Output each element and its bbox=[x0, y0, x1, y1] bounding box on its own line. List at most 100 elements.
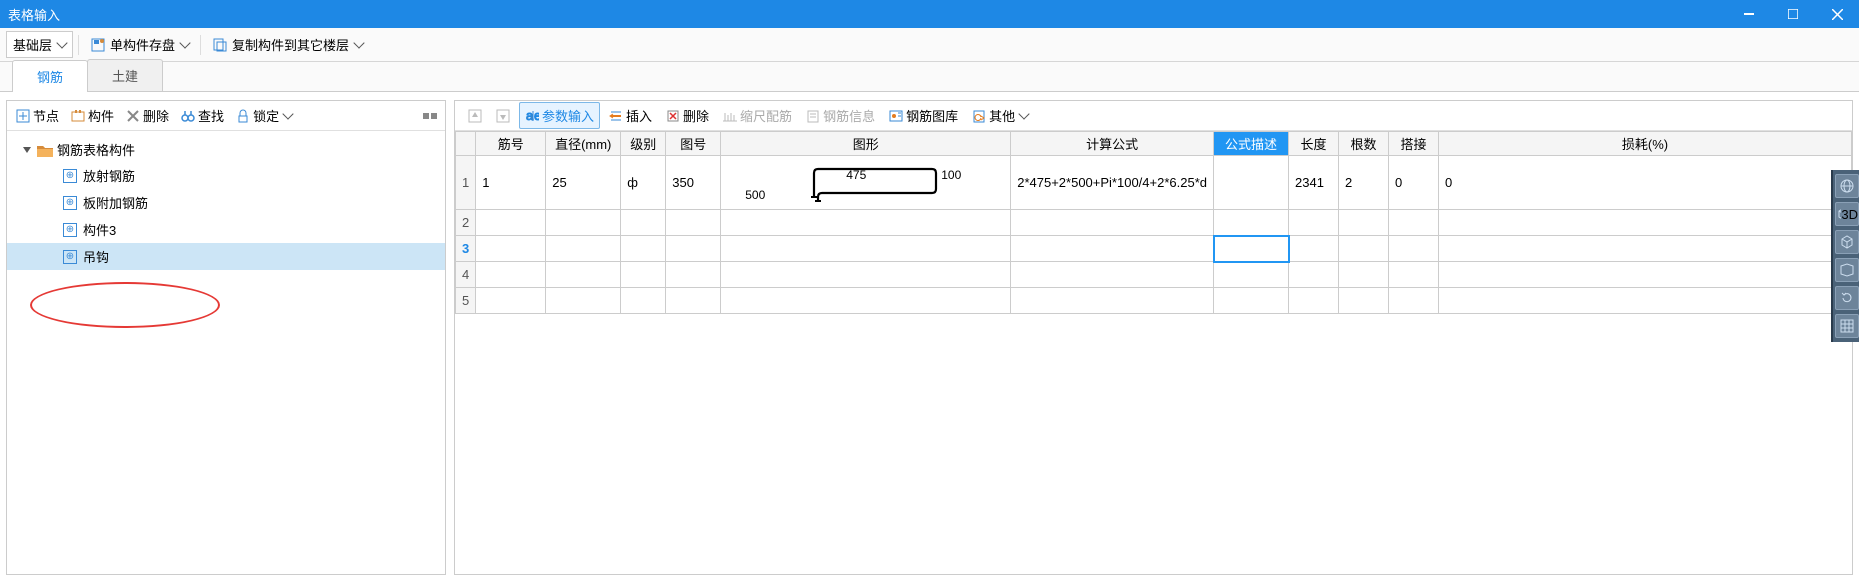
cell[interactable]: 350 bbox=[666, 156, 721, 210]
insert-button[interactable]: 插入 bbox=[604, 103, 657, 128]
cell[interactable] bbox=[476, 210, 546, 236]
cell[interactable] bbox=[476, 236, 546, 262]
tree-item-0[interactable]: ⊕ 放射钢筋 bbox=[7, 162, 445, 189]
cell[interactable] bbox=[1389, 288, 1439, 314]
col-header[interactable]: 图形 bbox=[721, 132, 1011, 156]
row-header[interactable]: 3 bbox=[456, 236, 476, 262]
cell[interactable]: ф bbox=[621, 156, 666, 210]
tab-civil[interactable]: 土建 bbox=[87, 59, 163, 91]
cell[interactable]: 2*475+2*500+Pi*100/4+2*6.25*d bbox=[1011, 156, 1214, 210]
cell[interactable] bbox=[1214, 288, 1289, 314]
cell[interactable] bbox=[1214, 156, 1289, 210]
tree-item-3[interactable]: ⊕ 吊钩 bbox=[7, 243, 445, 270]
col-header[interactable]: 计算公式 bbox=[1011, 132, 1214, 156]
rotate-button[interactable] bbox=[1835, 286, 1859, 310]
cell[interactable] bbox=[1339, 210, 1389, 236]
shape-cell[interactable]: 500 475 100 bbox=[721, 156, 1011, 210]
cell[interactable] bbox=[666, 288, 721, 314]
cell[interactable] bbox=[1011, 288, 1214, 314]
cube-3d-button[interactable]: 3D bbox=[1835, 202, 1859, 226]
cell[interactable]: 0 bbox=[1439, 156, 1852, 210]
col-header[interactable]: 直径(mm) bbox=[546, 132, 621, 156]
cell[interactable]: 25 bbox=[546, 156, 621, 210]
cell[interactable]: 1 bbox=[476, 156, 546, 210]
delete-button[interactable]: 删除 bbox=[121, 103, 174, 128]
cell[interactable] bbox=[621, 262, 666, 288]
cell[interactable] bbox=[1011, 262, 1214, 288]
maximize-button[interactable] bbox=[1771, 0, 1815, 28]
info-button[interactable]: 钢筋信息 bbox=[801, 103, 880, 128]
cell[interactable]: 0 bbox=[1389, 156, 1439, 210]
cell[interactable] bbox=[1214, 210, 1289, 236]
cell[interactable] bbox=[476, 288, 546, 314]
cell[interactable] bbox=[1289, 236, 1339, 262]
cell[interactable] bbox=[621, 210, 666, 236]
row-header[interactable]: 2 bbox=[456, 210, 476, 236]
tab-rebar[interactable]: 钢筋 bbox=[12, 60, 88, 92]
grid-wrap[interactable]: 筋号 直径(mm) 级别 图号 图形 计算公式 公式描述 长度 根数 搭接 损耗… bbox=[455, 131, 1852, 574]
table-row[interactable]: 5 bbox=[456, 288, 1852, 314]
move-up-button[interactable] bbox=[463, 106, 487, 126]
cube-var-button[interactable] bbox=[1835, 258, 1859, 282]
table-row[interactable]: 1 1 25 ф 350 500 475 bbox=[456, 156, 1852, 210]
minimize-button[interactable] bbox=[1727, 0, 1771, 28]
lock-button[interactable]: 锁定 bbox=[231, 103, 297, 128]
cell[interactable] bbox=[1289, 288, 1339, 314]
cell[interactable] bbox=[721, 262, 1011, 288]
cell[interactable] bbox=[721, 288, 1011, 314]
cell[interactable] bbox=[1339, 262, 1389, 288]
cell[interactable] bbox=[546, 262, 621, 288]
copy-component-button[interactable]: 复制构件到其它楼层 bbox=[206, 32, 369, 57]
cell[interactable] bbox=[1389, 262, 1439, 288]
calc-button[interactable] bbox=[1835, 314, 1859, 338]
cell[interactable] bbox=[1289, 262, 1339, 288]
cell[interactable] bbox=[1011, 210, 1214, 236]
tree-item-2[interactable]: ⊕ 构件3 bbox=[7, 216, 445, 243]
cell[interactable] bbox=[1389, 236, 1439, 262]
cell[interactable] bbox=[1389, 210, 1439, 236]
node-button[interactable]: 节点 bbox=[11, 103, 64, 128]
col-header[interactable]: 搭接 bbox=[1389, 132, 1439, 156]
cell[interactable] bbox=[546, 210, 621, 236]
col-header[interactable]: 级别 bbox=[621, 132, 666, 156]
cube-button[interactable] bbox=[1835, 230, 1859, 254]
col-header[interactable]: 图号 bbox=[666, 132, 721, 156]
col-header[interactable]: 损耗(%) bbox=[1439, 132, 1852, 156]
cell[interactable] bbox=[1439, 262, 1852, 288]
cell[interactable] bbox=[1339, 236, 1389, 262]
layer-dropdown[interactable]: 基础层 bbox=[6, 31, 73, 58]
row-header[interactable]: 1 bbox=[456, 156, 476, 210]
row-header[interactable]: 5 bbox=[456, 288, 476, 314]
save-component-button[interactable]: 单构件存盘 bbox=[84, 32, 195, 57]
close-button[interactable] bbox=[1815, 0, 1859, 28]
cell[interactable] bbox=[621, 236, 666, 262]
scale-button[interactable]: 缩尺配筋 bbox=[718, 103, 797, 128]
col-header[interactable]: 长度 bbox=[1289, 132, 1339, 156]
cell[interactable] bbox=[721, 210, 1011, 236]
cell[interactable] bbox=[666, 262, 721, 288]
component-button[interactable]: 构件 bbox=[66, 103, 119, 128]
cell[interactable] bbox=[1439, 288, 1852, 314]
cell[interactable] bbox=[546, 236, 621, 262]
find-button[interactable]: 查找 bbox=[176, 103, 229, 128]
col-header[interactable]: 筋号 bbox=[476, 132, 546, 156]
cell[interactable]: 2 bbox=[1339, 156, 1389, 210]
cell[interactable] bbox=[476, 262, 546, 288]
row-header[interactable]: 4 bbox=[456, 262, 476, 288]
table-row[interactable]: 2 bbox=[456, 210, 1852, 236]
delete-row-button[interactable]: 删除 bbox=[661, 103, 714, 128]
corner-cell[interactable] bbox=[456, 132, 476, 156]
cell[interactable] bbox=[1439, 236, 1852, 262]
other-button[interactable]: 其他 bbox=[967, 103, 1033, 128]
cell[interactable] bbox=[721, 236, 1011, 262]
tree-root[interactable]: 钢筋表格构件 bbox=[7, 137, 445, 162]
cell[interactable] bbox=[621, 288, 666, 314]
cell[interactable] bbox=[1214, 262, 1289, 288]
tree-item-1[interactable]: ⊕ 板附加钢筋 bbox=[7, 189, 445, 216]
active-cell[interactable] bbox=[1214, 236, 1289, 262]
cell[interactable] bbox=[1011, 236, 1214, 262]
col-header-highlighted[interactable]: 公式描述 bbox=[1214, 132, 1289, 156]
cell[interactable] bbox=[666, 236, 721, 262]
table-row[interactable]: 4 bbox=[456, 262, 1852, 288]
library-button[interactable]: 钢筋图库 bbox=[884, 103, 963, 128]
